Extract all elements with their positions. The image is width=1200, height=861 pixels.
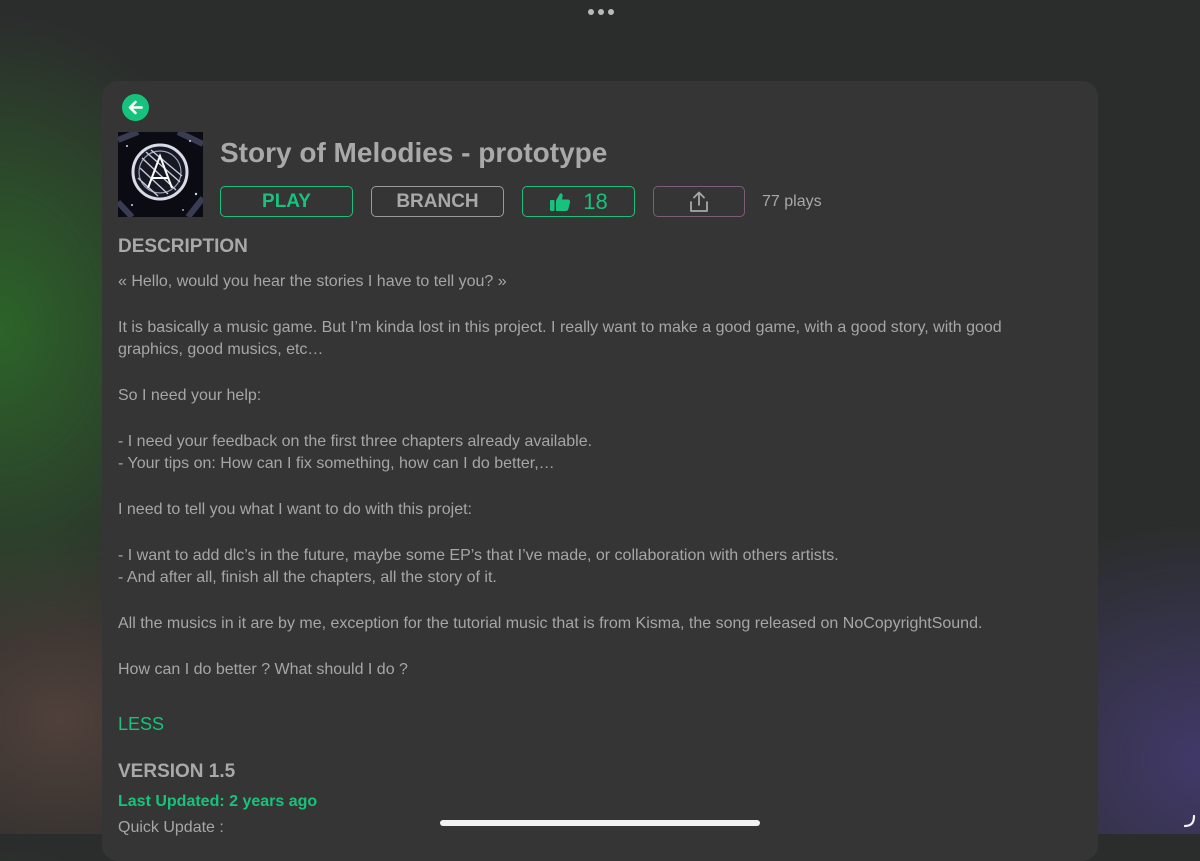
arrow-left-icon [128,100,143,115]
description-paragraph: « Hello, would you hear the stories I ha… [118,273,507,290]
resize-handle-icon[interactable] [1184,814,1196,828]
description-paragraph: All the musics in it are by me, exceptio… [118,614,983,632]
share-button[interactable] [653,186,745,217]
dot [598,9,604,15]
description-body: « Hello, would you hear the stories I ha… [118,271,1068,681]
description-heading: DESCRIPTION [118,236,248,257]
game-detail-panel: Story of Melodies - prototype PLAY BRANC… [102,81,1098,861]
description-paragraph: - I need your feedback on the first thre… [118,432,593,473]
like-count: 18 [583,188,608,214]
dot [588,9,594,15]
like-button[interactable]: 18 [522,186,635,217]
thumbs-up-icon [550,192,571,211]
last-updated-text: Last Updated: 2 years ago [118,793,318,810]
quick-update-label: Quick Update : [118,819,224,836]
play-button[interactable]: PLAY [220,186,353,217]
branch-button[interactable]: BRANCH [371,186,504,217]
game-title: Story of Melodies - prototype [220,137,608,168]
home-indicator[interactable] [440,820,760,826]
version-heading: VERSION 1.5 [118,761,236,782]
show-less-link[interactable]: LESS [118,714,164,735]
game-cover-image [118,132,203,217]
dot [608,9,614,15]
play-count: 77 plays [762,192,822,210]
description-paragraph: How can I do better ? What should I do ? [118,660,408,678]
more-dots-icon[interactable] [588,9,614,15]
description-paragraph: I need to tell you what I want to do wit… [118,500,472,518]
action-row: PLAY BRANCH 18 77 plays [220,186,822,217]
back-button[interactable] [122,94,149,121]
share-upload-icon [690,191,708,212]
description-paragraph: So I need your help: [118,386,262,404]
description-paragraph: It is basically a music game. But I’m ki… [118,318,1002,359]
description-paragraph: - I want to add dlc’s in the future, may… [118,546,839,587]
